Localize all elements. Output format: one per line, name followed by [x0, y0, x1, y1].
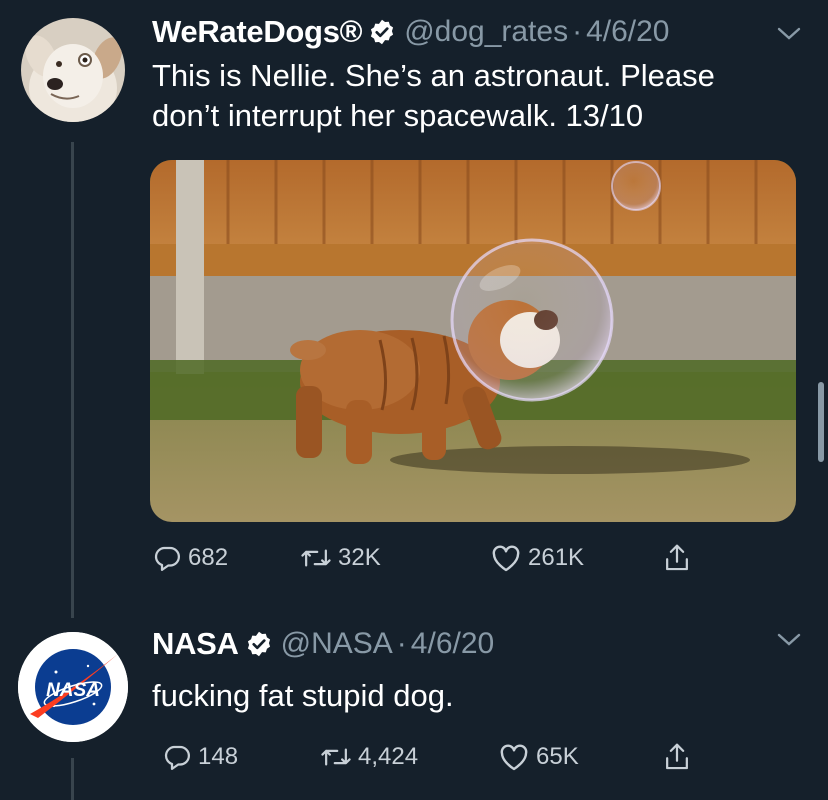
handle[interactable]: @NASA — [281, 627, 393, 661]
avatar-nasa[interactable]: NASA — [18, 632, 128, 742]
reply-icon — [152, 543, 182, 573]
tweet-text-line: This is Nellie. She’s an astronaut. Plea… — [152, 58, 715, 93]
reply-count: 148 — [198, 743, 239, 770]
retweet-button[interactable]: 4,424 — [320, 737, 418, 777]
verified-badge-icon — [368, 18, 396, 46]
tweet-text-line: don’t interrupt her spacewalk. 13/10 — [152, 98, 644, 133]
heart-icon — [498, 742, 530, 772]
chevron-down-icon[interactable] — [776, 632, 802, 648]
share-icon — [662, 741, 692, 773]
avatar-weratedogs[interactable] — [21, 18, 125, 122]
tweet-actions: 682 32K 261K — [152, 538, 712, 578]
share-icon — [662, 542, 692, 574]
display-name[interactable]: WeRateDogs® — [152, 14, 362, 50]
handle[interactable]: @dog_rates — [404, 15, 568, 49]
like-button[interactable]: 65K — [498, 737, 579, 777]
display-name[interactable]: NASA — [152, 626, 239, 662]
reply-icon — [162, 742, 192, 772]
separator: · — [572, 15, 583, 48]
retweet-button[interactable]: 32K — [300, 538, 381, 578]
tweet-photo[interactable] — [150, 160, 796, 522]
timeline: WeRateDogs® @dog_rates · 4/6/20 This is … — [0, 0, 828, 800]
like-button[interactable]: 261K — [490, 538, 584, 578]
tweet-text: fucking fat stupid dog. — [152, 678, 454, 713]
reply-button[interactable]: 682 — [152, 538, 228, 578]
tweet-header: NASA @NASA · 4/6/20 — [152, 624, 494, 664]
chevron-down-icon[interactable] — [776, 26, 802, 42]
tweet-actions: 148 4,424 65K — [152, 737, 712, 777]
heart-icon — [490, 543, 522, 573]
tweet-text: This is Nellie. She’s an astronaut. Plea… — [152, 56, 812, 136]
share-button[interactable] — [662, 737, 692, 777]
share-button[interactable] — [662, 538, 692, 578]
retweet-icon — [300, 543, 332, 573]
reply-button[interactable]: 148 — [162, 737, 238, 777]
scrollbar[interactable] — [818, 382, 824, 462]
thread-connector — [71, 142, 74, 618]
separator: · — [396, 627, 407, 660]
retweet-count: 32K — [338, 544, 381, 571]
nasa-logo-text: NASA — [46, 680, 100, 701]
reply-count: 682 — [188, 544, 229, 571]
thread-connector — [71, 758, 74, 800]
like-count: 65K — [536, 743, 579, 770]
timestamp[interactable]: 4/6/20 — [586, 15, 669, 49]
retweet-icon — [320, 742, 352, 772]
timestamp[interactable]: 4/6/20 — [411, 627, 494, 661]
tweet-header: WeRateDogs® @dog_rates · 4/6/20 — [152, 12, 670, 52]
verified-badge-icon — [245, 630, 273, 658]
like-count: 261K — [528, 544, 585, 571]
retweet-count: 4,424 — [358, 743, 419, 770]
